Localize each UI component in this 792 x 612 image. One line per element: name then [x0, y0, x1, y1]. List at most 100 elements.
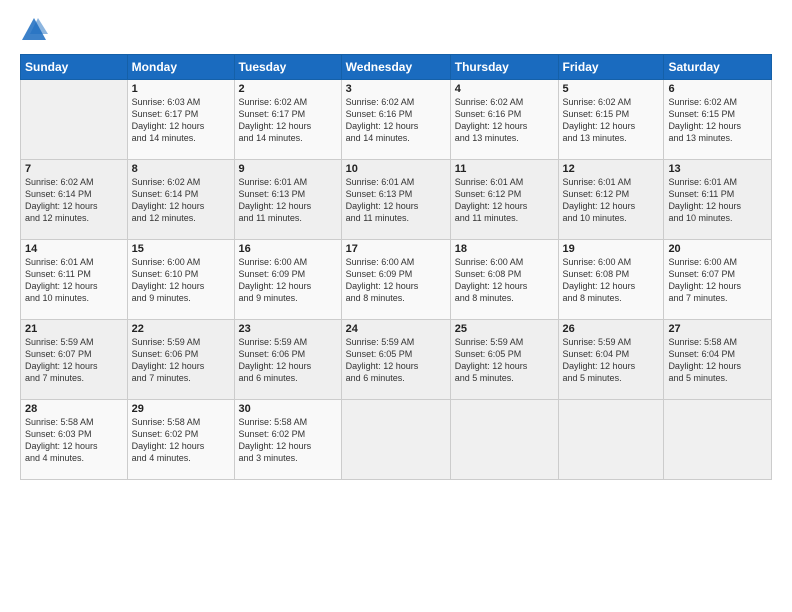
day-number: 28 [25, 403, 123, 415]
logo [20, 16, 52, 44]
calendar-cell: 18Sunrise: 6:00 AM Sunset: 6:08 PM Dayli… [450, 240, 558, 320]
calendar-cell: 12Sunrise: 6:01 AM Sunset: 6:12 PM Dayli… [558, 160, 664, 240]
calendar-cell: 20Sunrise: 6:00 AM Sunset: 6:07 PM Dayli… [664, 240, 772, 320]
header [20, 16, 772, 44]
day-info: Sunrise: 6:00 AM Sunset: 6:07 PM Dayligh… [668, 256, 767, 305]
day-number: 20 [668, 243, 767, 255]
day-number: 30 [239, 403, 337, 415]
calendar-week-row: 1Sunrise: 6:03 AM Sunset: 6:17 PM Daylig… [21, 80, 772, 160]
calendar-cell: 29Sunrise: 5:58 AM Sunset: 6:02 PM Dayli… [127, 400, 234, 480]
day-info: Sunrise: 5:59 AM Sunset: 6:04 PM Dayligh… [563, 336, 660, 385]
calendar-cell: 2Sunrise: 6:02 AM Sunset: 6:17 PM Daylig… [234, 80, 341, 160]
day-info: Sunrise: 6:02 AM Sunset: 6:17 PM Dayligh… [239, 96, 337, 145]
day-number: 7 [25, 163, 123, 175]
day-number: 2 [239, 83, 337, 95]
day-info: Sunrise: 5:58 AM Sunset: 6:02 PM Dayligh… [132, 416, 230, 465]
calendar-cell: 22Sunrise: 5:59 AM Sunset: 6:06 PM Dayli… [127, 320, 234, 400]
day-info: Sunrise: 6:01 AM Sunset: 6:13 PM Dayligh… [239, 176, 337, 225]
day-number: 3 [346, 83, 446, 95]
day-info: Sunrise: 6:02 AM Sunset: 6:14 PM Dayligh… [25, 176, 123, 225]
day-info: Sunrise: 6:03 AM Sunset: 6:17 PM Dayligh… [132, 96, 230, 145]
day-info: Sunrise: 5:59 AM Sunset: 6:05 PM Dayligh… [346, 336, 446, 385]
day-number: 15 [132, 243, 230, 255]
calendar-cell: 8Sunrise: 6:02 AM Sunset: 6:14 PM Daylig… [127, 160, 234, 240]
day-info: Sunrise: 6:02 AM Sunset: 6:14 PM Dayligh… [132, 176, 230, 225]
calendar-week-row: 7Sunrise: 6:02 AM Sunset: 6:14 PM Daylig… [21, 160, 772, 240]
day-info: Sunrise: 6:00 AM Sunset: 6:09 PM Dayligh… [239, 256, 337, 305]
calendar-header-sunday: Sunday [21, 55, 128, 80]
calendar-header-wednesday: Wednesday [341, 55, 450, 80]
logo-icon [20, 16, 48, 44]
calendar-cell [21, 80, 128, 160]
day-number: 26 [563, 323, 660, 335]
day-info: Sunrise: 6:02 AM Sunset: 6:16 PM Dayligh… [346, 96, 446, 145]
calendar-cell: 19Sunrise: 6:00 AM Sunset: 6:08 PM Dayli… [558, 240, 664, 320]
day-number: 9 [239, 163, 337, 175]
calendar-cell: 25Sunrise: 5:59 AM Sunset: 6:05 PM Dayli… [450, 320, 558, 400]
calendar-cell: 30Sunrise: 5:58 AM Sunset: 6:02 PM Dayli… [234, 400, 341, 480]
day-number: 23 [239, 323, 337, 335]
calendar-header-monday: Monday [127, 55, 234, 80]
day-info: Sunrise: 6:02 AM Sunset: 6:16 PM Dayligh… [455, 96, 554, 145]
day-number: 29 [132, 403, 230, 415]
day-number: 25 [455, 323, 554, 335]
day-info: Sunrise: 6:01 AM Sunset: 6:11 PM Dayligh… [668, 176, 767, 225]
day-info: Sunrise: 5:59 AM Sunset: 6:05 PM Dayligh… [455, 336, 554, 385]
calendar-cell: 16Sunrise: 6:00 AM Sunset: 6:09 PM Dayli… [234, 240, 341, 320]
day-number: 16 [239, 243, 337, 255]
calendar-header-tuesday: Tuesday [234, 55, 341, 80]
calendar-cell: 17Sunrise: 6:00 AM Sunset: 6:09 PM Dayli… [341, 240, 450, 320]
day-number: 8 [132, 163, 230, 175]
day-number: 13 [668, 163, 767, 175]
calendar-cell: 1Sunrise: 6:03 AM Sunset: 6:17 PM Daylig… [127, 80, 234, 160]
day-number: 27 [668, 323, 767, 335]
day-number: 1 [132, 83, 230, 95]
calendar-cell: 7Sunrise: 6:02 AM Sunset: 6:14 PM Daylig… [21, 160, 128, 240]
day-info: Sunrise: 5:58 AM Sunset: 6:02 PM Dayligh… [239, 416, 337, 465]
calendar-cell: 23Sunrise: 5:59 AM Sunset: 6:06 PM Dayli… [234, 320, 341, 400]
calendar-cell: 11Sunrise: 6:01 AM Sunset: 6:12 PM Dayli… [450, 160, 558, 240]
calendar-header-saturday: Saturday [664, 55, 772, 80]
day-info: Sunrise: 6:00 AM Sunset: 6:10 PM Dayligh… [132, 256, 230, 305]
calendar-cell [664, 400, 772, 480]
calendar-cell: 24Sunrise: 5:59 AM Sunset: 6:05 PM Dayli… [341, 320, 450, 400]
calendar-cell: 10Sunrise: 6:01 AM Sunset: 6:13 PM Dayli… [341, 160, 450, 240]
calendar-table: SundayMondayTuesdayWednesdayThursdayFrid… [20, 54, 772, 480]
day-number: 18 [455, 243, 554, 255]
calendar-cell: 14Sunrise: 6:01 AM Sunset: 6:11 PM Dayli… [21, 240, 128, 320]
day-info: Sunrise: 6:00 AM Sunset: 6:08 PM Dayligh… [563, 256, 660, 305]
day-number: 14 [25, 243, 123, 255]
calendar-cell [450, 400, 558, 480]
day-info: Sunrise: 6:01 AM Sunset: 6:13 PM Dayligh… [346, 176, 446, 225]
day-info: Sunrise: 5:59 AM Sunset: 6:06 PM Dayligh… [239, 336, 337, 385]
page: SundayMondayTuesdayWednesdayThursdayFrid… [0, 0, 792, 612]
day-info: Sunrise: 6:01 AM Sunset: 6:11 PM Dayligh… [25, 256, 123, 305]
day-info: Sunrise: 6:02 AM Sunset: 6:15 PM Dayligh… [563, 96, 660, 145]
day-number: 17 [346, 243, 446, 255]
day-number: 11 [455, 163, 554, 175]
calendar-week-row: 21Sunrise: 5:59 AM Sunset: 6:07 PM Dayli… [21, 320, 772, 400]
day-number: 10 [346, 163, 446, 175]
day-info: Sunrise: 5:59 AM Sunset: 6:07 PM Dayligh… [25, 336, 123, 385]
calendar-week-row: 14Sunrise: 6:01 AM Sunset: 6:11 PM Dayli… [21, 240, 772, 320]
day-info: Sunrise: 6:01 AM Sunset: 6:12 PM Dayligh… [455, 176, 554, 225]
calendar-cell: 28Sunrise: 5:58 AM Sunset: 6:03 PM Dayli… [21, 400, 128, 480]
calendar-cell: 26Sunrise: 5:59 AM Sunset: 6:04 PM Dayli… [558, 320, 664, 400]
calendar-header-thursday: Thursday [450, 55, 558, 80]
calendar-header-friday: Friday [558, 55, 664, 80]
day-number: 4 [455, 83, 554, 95]
day-number: 24 [346, 323, 446, 335]
calendar-cell: 13Sunrise: 6:01 AM Sunset: 6:11 PM Dayli… [664, 160, 772, 240]
calendar-cell [558, 400, 664, 480]
day-number: 5 [563, 83, 660, 95]
calendar-week-row: 28Sunrise: 5:58 AM Sunset: 6:03 PM Dayli… [21, 400, 772, 480]
calendar-cell: 4Sunrise: 6:02 AM Sunset: 6:16 PM Daylig… [450, 80, 558, 160]
day-info: Sunrise: 6:00 AM Sunset: 6:09 PM Dayligh… [346, 256, 446, 305]
day-info: Sunrise: 5:59 AM Sunset: 6:06 PM Dayligh… [132, 336, 230, 385]
day-info: Sunrise: 6:02 AM Sunset: 6:15 PM Dayligh… [668, 96, 767, 145]
calendar-cell: 21Sunrise: 5:59 AM Sunset: 6:07 PM Dayli… [21, 320, 128, 400]
day-number: 21 [25, 323, 123, 335]
calendar-header-row: SundayMondayTuesdayWednesdayThursdayFrid… [21, 55, 772, 80]
day-info: Sunrise: 5:58 AM Sunset: 6:03 PM Dayligh… [25, 416, 123, 465]
day-info: Sunrise: 6:00 AM Sunset: 6:08 PM Dayligh… [455, 256, 554, 305]
